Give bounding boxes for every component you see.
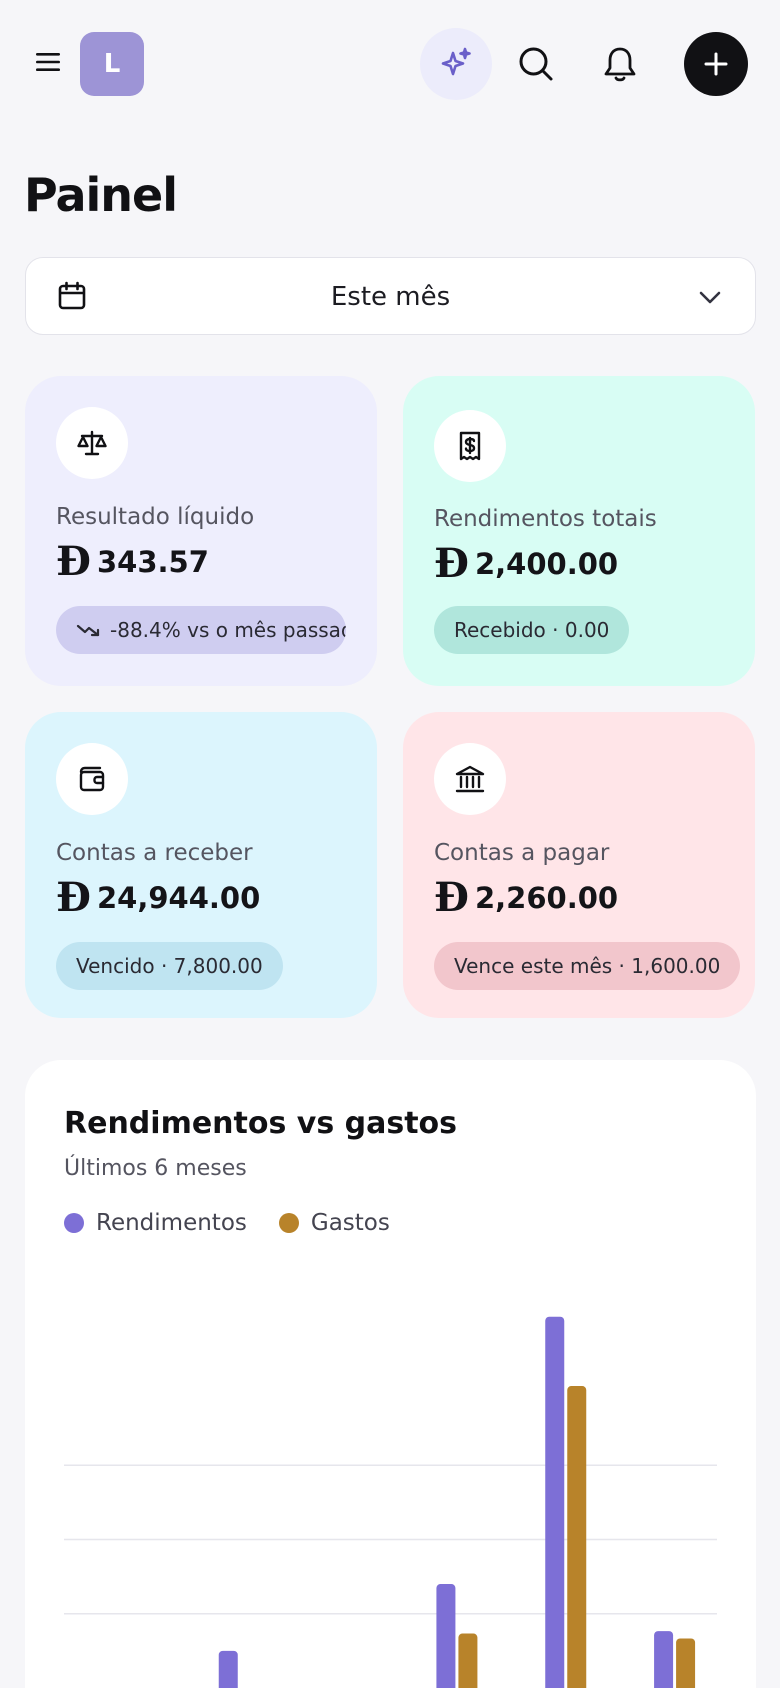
currency-symbol: Đ	[56, 538, 91, 585]
total-income-label: Rendimentos totais	[434, 506, 657, 532]
menu-button[interactable]	[30, 44, 66, 80]
expenses-bar-6[interactable]	[676, 1638, 696, 1688]
chevron-down-icon	[699, 291, 721, 304]
expenses-bar-4[interactable]	[458, 1633, 478, 1688]
receipt-icon	[459, 431, 481, 461]
income-bar-4[interactable]	[436, 1584, 456, 1688]
menu-icon	[36, 53, 60, 71]
wallet-icon	[79, 766, 105, 792]
payables-card[interactable]: Contas a pagar Đ 2,260.00 Vence este mês…	[403, 712, 755, 1018]
net-result-trend-badge: -88.4% vs o mês passado	[56, 606, 346, 654]
payables-icon-wrap	[434, 743, 506, 815]
notifications-button[interactable]	[598, 42, 642, 86]
receivables-amount: Đ 24,944.00	[56, 878, 260, 918]
avatar-initial: L	[103, 49, 121, 79]
total-income-amount: Đ 2,400.00	[434, 544, 618, 584]
total-income-value: 2,400.00	[474, 547, 619, 581]
period-value: Este mês	[330, 282, 451, 312]
currency-symbol: Đ	[56, 874, 91, 921]
page-title: Painel	[24, 168, 178, 222]
add-button[interactable]	[684, 32, 748, 96]
receivables-card[interactable]: Contas a receber Đ 24,944.00 Vencido · 7…	[25, 712, 377, 1018]
search-icon	[519, 47, 553, 81]
ai-assistant-button[interactable]	[420, 28, 492, 100]
income-bar-6[interactable]	[654, 1631, 674, 1688]
expenses-bar-5[interactable]	[567, 1386, 587, 1688]
plus-icon	[704, 52, 728, 76]
bell-icon	[604, 47, 636, 82]
net-result-amount: Đ 343.57	[56, 542, 209, 582]
net-result-card[interactable]: Resultado líquido Đ 343.57 -88.4% vs o m…	[25, 376, 377, 686]
income-vs-expenses-card: Rendimentos vs gastos Últimos 6 meses Re…	[25, 1060, 756, 1688]
trend-down-icon	[76, 624, 100, 637]
total-income-card[interactable]: Rendimentos totais Đ 2,400.00 Recebido ·…	[403, 376, 755, 686]
payables-value: 2,260.00	[474, 881, 619, 915]
avatar[interactable]: L	[80, 32, 144, 96]
sparkle-icon	[441, 47, 471, 76]
net-result-value: 343.57	[96, 545, 209, 579]
receivables-overdue-badge: Vencido · 7,800.00	[56, 942, 283, 990]
income-bar-2[interactable]	[218, 1650, 238, 1688]
scale-icon	[77, 430, 107, 456]
currency-symbol: Đ	[434, 874, 469, 921]
search-button[interactable]	[514, 42, 558, 86]
receivables-icon-wrap	[56, 743, 128, 815]
net-result-trend-text: -88.4% vs o mês passado	[110, 618, 346, 642]
net-result-label: Resultado líquido	[56, 504, 255, 530]
top-bar: L	[0, 0, 780, 130]
currency-symbol: Đ	[434, 540, 469, 587]
bank-icon	[455, 765, 485, 793]
income-bar-5[interactable]	[545, 1316, 565, 1688]
payables-label: Contas a pagar	[434, 840, 610, 866]
payables-due-badge: Vence este mês · 1,600.00	[434, 942, 741, 990]
payables-amount: Đ 2,260.00	[434, 878, 618, 918]
receivables-value: 24,944.00	[96, 881, 261, 915]
receivables-label: Contas a receber	[56, 840, 253, 866]
total-income-icon-wrap	[434, 410, 506, 482]
total-income-received-badge: Recebido · 0.00	[434, 606, 630, 654]
period-select[interactable]: Este mês	[25, 257, 756, 335]
income-vs-expenses-chart	[64, 1316, 717, 1688]
net-result-icon-wrap	[56, 407, 128, 479]
